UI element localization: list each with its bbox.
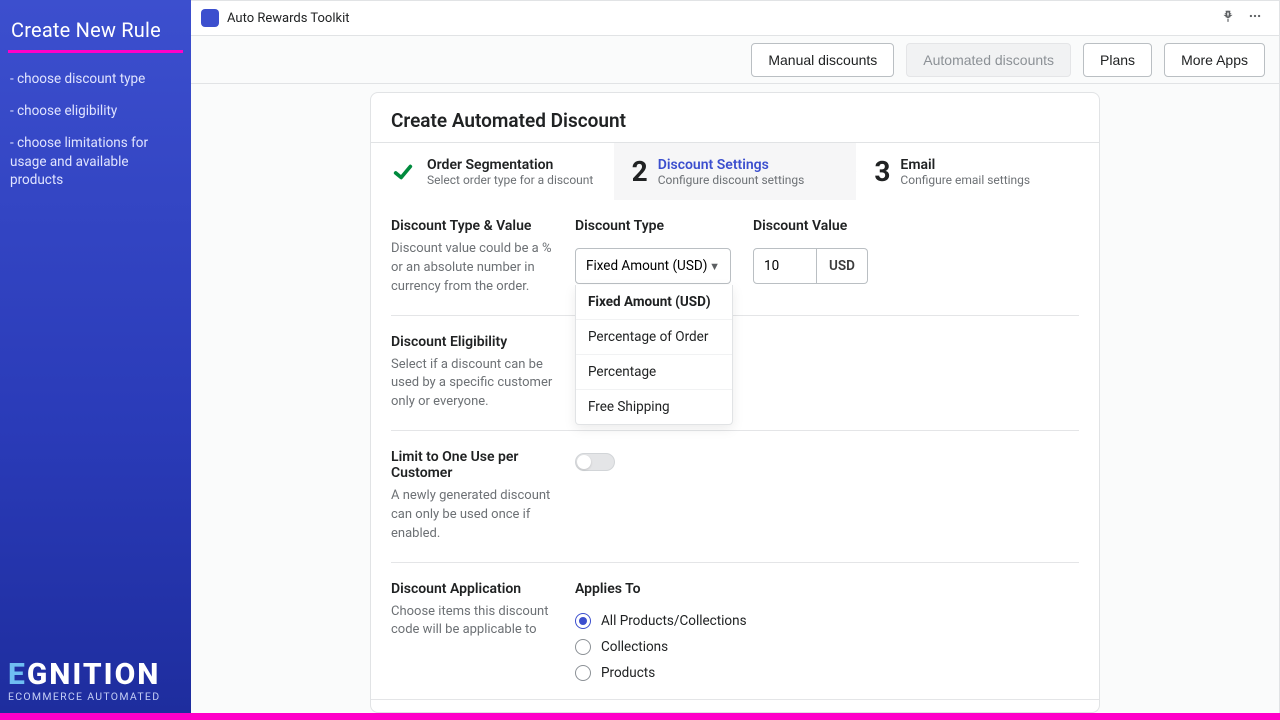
limit-toggle[interactable] — [575, 453, 615, 471]
manual-discounts-button[interactable]: Manual discounts — [751, 43, 894, 77]
section-label: Limit to One Use per Customer — [391, 449, 553, 481]
applies-to-label: Applies To — [575, 581, 747, 597]
step-desc: Configure discount settings — [658, 173, 805, 187]
card-header: Create Automated Discount — [371, 93, 1099, 142]
section-type-value: Discount Type & Value Discount value cou… — [391, 200, 1079, 316]
applies-to-radio-group: All Products/Collections Collections Pro… — [575, 613, 747, 681]
step-title: Order Segmentation — [427, 157, 593, 173]
sidebar: Create New Rule - choose discount type -… — [0, 0, 191, 713]
dropdown-option-pct-order[interactable]: Percentage of Order — [576, 320, 732, 355]
dropdown-option-fixed[interactable]: Fixed Amount (USD) — [576, 285, 732, 320]
card-body: Discount Type & Value Discount value cou… — [371, 200, 1099, 699]
section-desc: A newly generated discount can only be u… — [391, 487, 553, 544]
dropdown-option-pct[interactable]: Percentage — [576, 355, 732, 390]
topbar: Auto Rewards Toolkit — [191, 1, 1279, 36]
sidebar-item-limitations: - choose limitations for usage and avail… — [8, 127, 187, 196]
step-desc: Configure email settings — [900, 173, 1030, 187]
step-order-segmentation[interactable]: Order Segmentation Select order type for… — [371, 143, 614, 200]
radio-label: Products — [601, 665, 655, 681]
section-label: Discount Application — [391, 581, 553, 597]
discount-type-dropdown: Fixed Amount (USD) Percentage of Order P… — [575, 285, 733, 425]
sidebar-underline — [8, 50, 183, 53]
content-wrap: Create Automated Discount Order Segmenta… — [191, 84, 1279, 713]
logo-letter-e: E — [8, 657, 27, 692]
section-eligibility: Discount Eligibility Select if a discoun… — [391, 316, 1079, 432]
sidebar-item-discount-type: - choose discount type — [8, 63, 187, 95]
logo-tagline: ECOMMERCE AUTOMATED — [8, 690, 160, 703]
radio-dot — [575, 639, 591, 655]
radio-label: Collections — [601, 639, 668, 655]
section-label: Discount Eligibility — [391, 334, 553, 350]
check-icon — [389, 161, 417, 183]
pin-icon[interactable] — [1215, 5, 1241, 31]
stepper: Order Segmentation Select order type for… — [371, 142, 1099, 200]
section-desc: Discount value could be a % or an absolu… — [391, 240, 553, 297]
bottom-accent-bar — [0, 713, 1280, 720]
step-title: Discount Settings — [658, 157, 805, 173]
step-discount-settings[interactable]: 2 Discount Settings Configure discount s… — [614, 143, 857, 200]
radio-dot — [575, 613, 591, 629]
discount-type-select[interactable]: Fixed Amount (USD) ▼ Fixed Amount (USD) … — [575, 248, 731, 284]
radio-dot — [575, 665, 591, 681]
card-title: Create Automated Discount — [391, 109, 1079, 132]
automated-discounts-button[interactable]: Automated discounts — [906, 43, 1071, 77]
card-footer: Cancel Back Next — [371, 699, 1099, 713]
dropdown-option-shipping[interactable]: Free Shipping — [576, 390, 732, 424]
section-limit: Limit to One Use per Customer A newly ge… — [391, 431, 1079, 563]
discount-card: Create Automated Discount Order Segmenta… — [370, 92, 1100, 713]
chevron-down-icon: ▼ — [709, 260, 720, 273]
radio-products[interactable]: Products — [575, 665, 747, 681]
select-value: Fixed Amount (USD) — [586, 258, 707, 274]
actionbar: Manual discounts Automated discounts Pla… — [191, 36, 1279, 84]
section-label: Discount Type & Value — [391, 218, 553, 234]
discount-value-suffix: USD — [817, 248, 868, 284]
app-icon — [201, 9, 219, 27]
main-area: Auto Rewards Toolkit Manual discounts Au… — [191, 0, 1280, 713]
section-application: Discount Application Choose items this d… — [391, 563, 1079, 699]
step-number: 2 — [632, 155, 648, 188]
step-number: 3 — [874, 155, 890, 188]
radio-label: All Products/Collections — [601, 613, 747, 629]
sidebar-logo: EGNITION ECOMMERCE AUTOMATED — [8, 657, 160, 703]
sidebar-item-eligibility: - choose eligibility — [8, 95, 187, 127]
discount-type-label: Discount Type — [575, 218, 731, 234]
discount-value-input[interactable]: 10 — [753, 248, 817, 284]
app-title: Auto Rewards Toolkit — [227, 11, 350, 26]
discount-value-label: Discount Value — [753, 218, 868, 234]
radio-all-products[interactable]: All Products/Collections — [575, 613, 747, 629]
section-desc: Select if a discount can be used by a sp… — [391, 356, 553, 413]
radio-collections[interactable]: Collections — [575, 639, 747, 655]
more-icon[interactable] — [1241, 5, 1269, 31]
step-title: Email — [900, 157, 1030, 173]
step-email[interactable]: 3 Email Configure email settings — [856, 143, 1099, 200]
step-desc: Select order type for a discount — [427, 173, 593, 187]
section-desc: Choose items this discount code will be … — [391, 603, 553, 641]
more-apps-button[interactable]: More Apps — [1164, 43, 1265, 77]
logo-rest: GNITION — [27, 657, 161, 692]
plans-button[interactable]: Plans — [1083, 43, 1152, 77]
sidebar-title: Create New Rule — [8, 18, 187, 50]
